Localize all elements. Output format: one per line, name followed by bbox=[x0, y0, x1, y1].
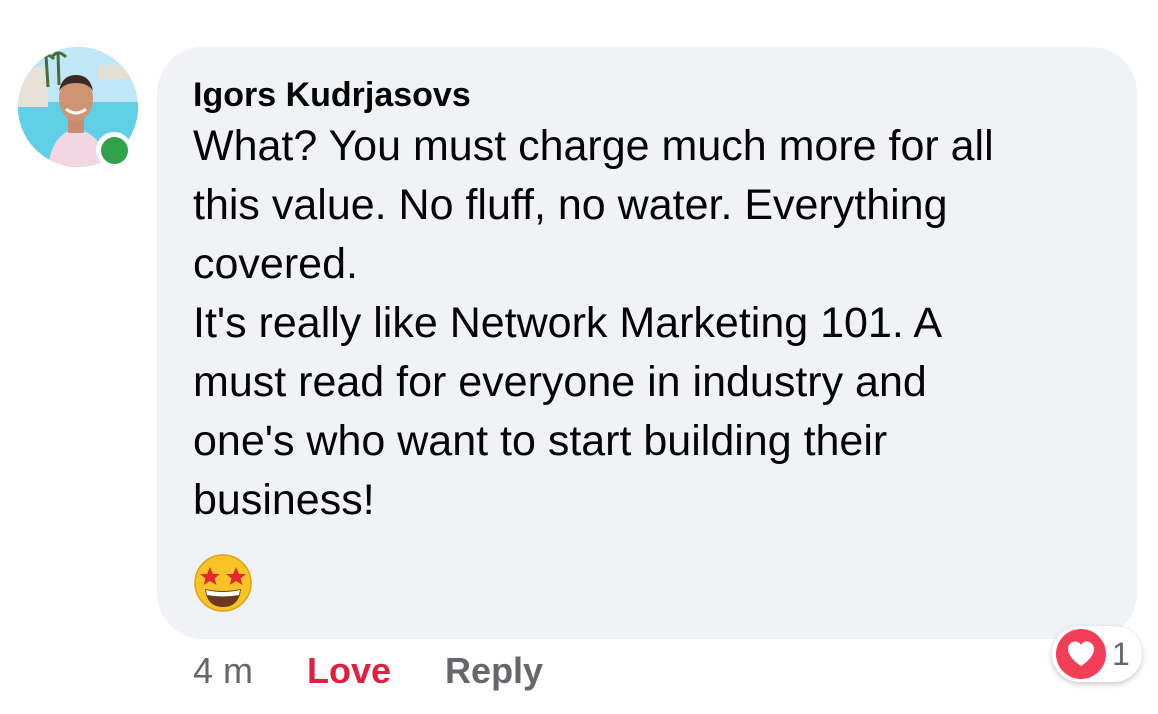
comment-text: What? You must charge much more for all … bbox=[193, 122, 994, 524]
comment-timestamp[interactable]: 4 m bbox=[193, 650, 253, 692]
reaction-summary[interactable]: 1 bbox=[1052, 626, 1142, 682]
reply-button[interactable]: Reply bbox=[445, 650, 543, 692]
reaction-count: 1 bbox=[1112, 635, 1130, 672]
love-button[interactable]: Love bbox=[307, 650, 391, 692]
heart-icon bbox=[1056, 629, 1106, 679]
star-struck-emoji bbox=[193, 553, 253, 613]
author-name[interactable]: Igors Kudrjasovs bbox=[193, 73, 1107, 117]
comment-actions: 4 m Love Reply bbox=[193, 646, 543, 696]
comment-bubble: Igors Kudrjasovs What? You must charge m… bbox=[157, 47, 1137, 639]
online-status-indicator bbox=[96, 132, 132, 168]
